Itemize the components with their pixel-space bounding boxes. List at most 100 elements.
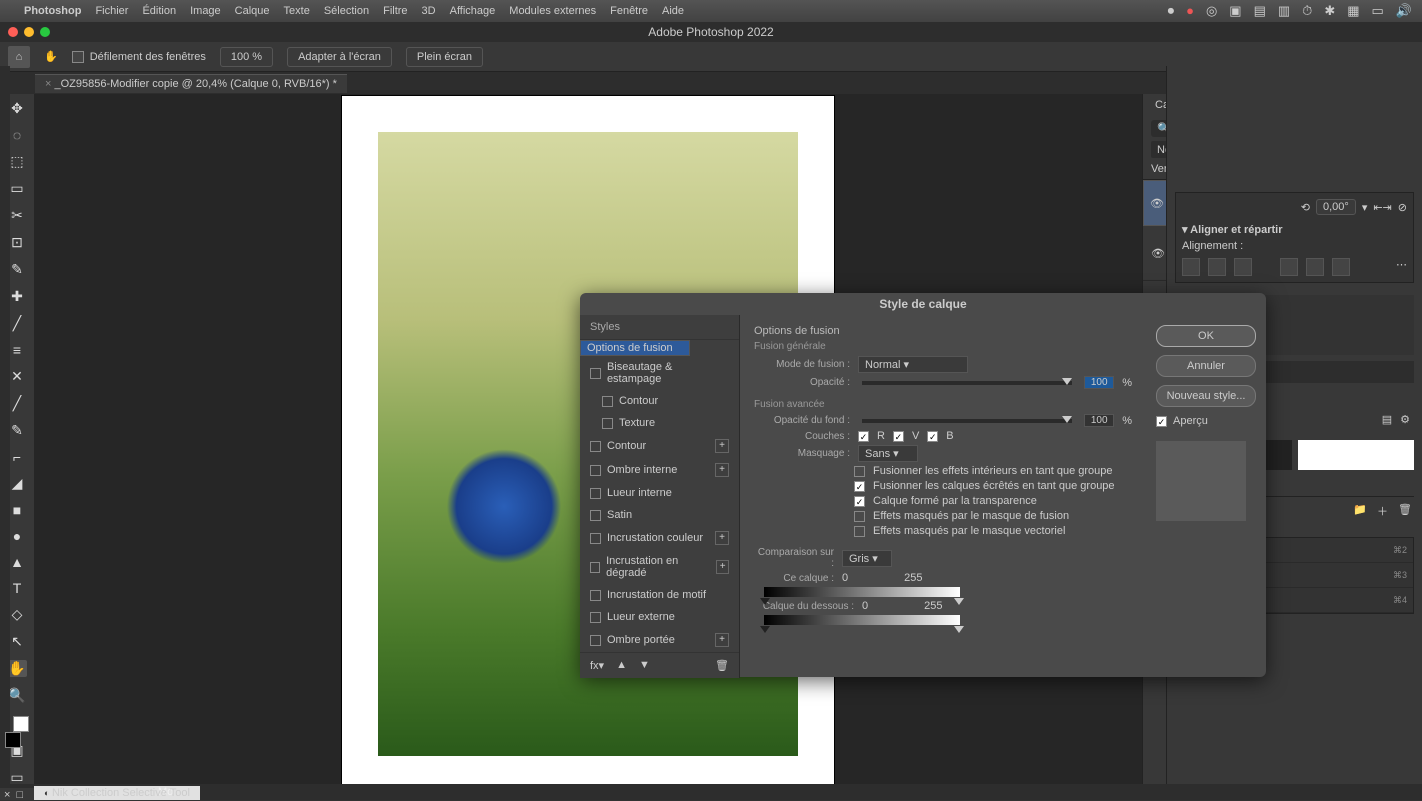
add-icon[interactable]: + (716, 560, 729, 574)
style-bevel[interactable]: Biseautage & estampage (580, 356, 739, 390)
rotate-icon[interactable]: ⟲ (1301, 201, 1310, 214)
blend-clipped-checkbox[interactable] (854, 481, 865, 492)
preview-checkbox[interactable] (1156, 416, 1167, 427)
layer-visibility-icon[interactable]: 👁 (1151, 247, 1165, 260)
menu-3d[interactable]: 3D (422, 5, 436, 17)
marquee-tool[interactable]: ◌ (7, 127, 27, 143)
menu-app[interactable]: Photoshop (24, 5, 81, 17)
healing-tool[interactable]: ✚ (7, 288, 27, 305)
style-satin[interactable]: Satin (580, 504, 739, 526)
fill-opacity-slider[interactable] (862, 419, 1072, 423)
menu-view[interactable]: Affichage (450, 5, 496, 17)
style-stroke[interactable]: Contour+ (580, 434, 739, 458)
blend-interior-checkbox[interactable] (854, 466, 865, 477)
blend-if-select[interactable]: Gris ▾ (842, 550, 892, 567)
hand-tool[interactable]: ✋ (7, 660, 27, 677)
add-icon[interactable]: + (715, 531, 729, 545)
align-bottom-button[interactable] (1332, 258, 1350, 276)
style-pattern-overlay[interactable]: Incrustation de motif (580, 584, 739, 606)
full-screen-button[interactable]: Plein écran (406, 47, 483, 67)
transparency-shapes-checkbox[interactable] (854, 496, 865, 507)
align-hcenter-button[interactable] (1208, 258, 1226, 276)
nik-collection-bar[interactable]: ◐ Nik Collection Selective Tool (34, 786, 200, 800)
menu-filter[interactable]: Filtre (383, 5, 407, 17)
blend-mode-select[interactable]: Normal ▾ (858, 356, 968, 373)
channel-v-checkbox[interactable] (893, 431, 904, 442)
knockout-select[interactable]: Sans ▾ (858, 445, 918, 462)
opacity-input[interactable]: 100 (1084, 376, 1114, 389)
eyedropper-tool[interactable]: ✎ (7, 261, 27, 278)
minimize-window-button[interactable] (24, 27, 34, 37)
style-color-overlay[interactable]: Incrustation couleur+ (580, 526, 739, 550)
menu-edit[interactable]: Édition (142, 5, 176, 17)
path-select-tool[interactable]: ◇ (7, 606, 27, 623)
align-top-button[interactable] (1280, 258, 1298, 276)
grid-view-icon[interactable]: ▤ (1382, 413, 1392, 426)
history-brush-tool[interactable]: ✕ (7, 368, 27, 385)
new-style-button[interactable]: Nouveau style... (1156, 385, 1256, 407)
style-blending-options[interactable]: Options de fusion (580, 340, 690, 356)
direct-select-tool[interactable]: ↖ (7, 633, 27, 650)
style-gradient-overlay[interactable]: Incrustation en dégradé+ (580, 550, 739, 584)
zoom-value[interactable]: 100 % (220, 47, 273, 67)
menu-file[interactable]: Fichier (95, 5, 128, 17)
signature-thumb-2[interactable] (1298, 440, 1415, 470)
chevron-down-icon[interactable]: ▾ (1362, 201, 1368, 214)
dodge-tool[interactable]: ⌐ (7, 449, 27, 465)
more-icon[interactable]: ⋯ (1396, 258, 1407, 276)
menu-text[interactable]: Texte (284, 5, 310, 17)
style-inner-glow[interactable]: Lueur interne (580, 482, 739, 504)
channel-b-checkbox[interactable] (927, 431, 938, 442)
frame-tool[interactable]: ⊡ (7, 234, 27, 251)
folder-icon[interactable]: 📁 (1353, 503, 1367, 519)
flip-h-icon[interactable]: ⇤⇥ (1373, 201, 1391, 214)
stamp-tool[interactable]: ≡ (7, 342, 27, 358)
opacity-slider[interactable] (862, 381, 1072, 385)
blur-tool[interactable]: ● (7, 528, 27, 544)
align-left-button[interactable] (1182, 258, 1200, 276)
type-tool[interactable]: T (7, 580, 27, 596)
vector-mask-hides-checkbox[interactable] (854, 526, 865, 537)
move-down-icon[interactable]: ▼ (639, 659, 650, 672)
channel-r-checkbox[interactable] (858, 431, 869, 442)
pen-tool[interactable]: ◢ (7, 475, 27, 492)
dialog-title[interactable]: Style de calque (580, 293, 1266, 315)
close-window-button[interactable] (8, 27, 18, 37)
add-icon[interactable]: + (715, 463, 729, 477)
clear-icon[interactable]: ⊘ (1398, 201, 1407, 214)
add-icon[interactable]: + (715, 633, 729, 647)
move-tool[interactable]: ✥ (7, 100, 27, 117)
move-up-icon[interactable]: ▲ (616, 659, 627, 672)
brush-tool[interactable]: ╱ (7, 315, 27, 332)
style-texture[interactable]: Texture (580, 412, 739, 434)
menu-window[interactable]: Fenêtre (610, 5, 648, 17)
angle-value[interactable]: 0,00° (1316, 199, 1356, 215)
fill-opacity-input[interactable]: 100 (1084, 414, 1114, 427)
cancel-button[interactable]: Annuler (1156, 355, 1256, 377)
trash-icon[interactable]: 🗑 (715, 659, 729, 672)
style-outer-glow[interactable]: Lueur externe (580, 606, 739, 628)
object-select-tool[interactable]: ▭ (7, 180, 27, 197)
layer-mask-hides-checkbox[interactable] (854, 511, 865, 522)
add-icon[interactable]: ＋ (1377, 503, 1388, 519)
mode-buttons[interactable]: ×□ (0, 788, 34, 800)
this-layer-slider[interactable] (764, 587, 960, 597)
fit-screen-button[interactable]: Adapter à l'écran (287, 47, 392, 67)
ok-button[interactable]: OK (1156, 325, 1256, 347)
zoom-tool[interactable]: 🔍 (7, 687, 27, 704)
rectangle-tool[interactable]: ■ (7, 502, 27, 518)
align-vcenter-button[interactable] (1306, 258, 1324, 276)
trash-icon[interactable]: 🗑 (1398, 503, 1412, 519)
layer-visibility-icon[interactable]: 👁 (1150, 197, 1164, 210)
left-collapsed-panel[interactable] (0, 66, 10, 784)
style-contour[interactable]: Contour (580, 390, 739, 412)
crop-tool[interactable]: ✂ (7, 207, 27, 224)
options-icon[interactable]: ⚙ (1400, 413, 1410, 426)
menu-select[interactable]: Sélection (324, 5, 369, 17)
gradient-tool[interactable]: ✎ (7, 422, 27, 439)
document-tab[interactable]: × _OZ95856-Modifier copie @ 20,4% (Calqu… (35, 74, 347, 93)
menu-image[interactable]: Image (190, 5, 221, 17)
menu-plugins[interactable]: Modules externes (509, 5, 596, 17)
style-inner-shadow[interactable]: Ombre interne+ (580, 458, 739, 482)
menu-layer[interactable]: Calque (235, 5, 270, 17)
